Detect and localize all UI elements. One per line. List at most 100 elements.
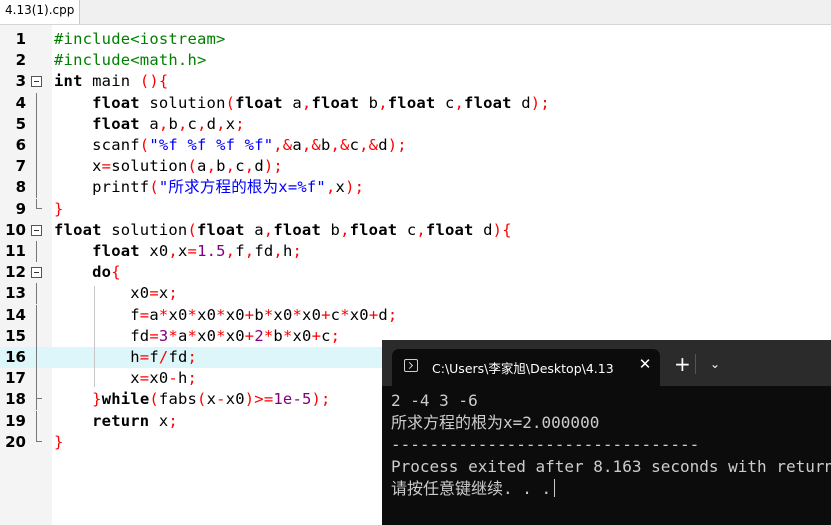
fold-line bbox=[36, 177, 37, 199]
code-token: a bbox=[292, 136, 302, 154]
code-token: c bbox=[321, 326, 331, 345]
code-line[interactable]: 2 #include<math.h> bbox=[0, 50, 831, 71]
console-tab[interactable]: C:\Users\李家旭\Desktop\4.13 ✕ bbox=[392, 349, 660, 386]
code-token: ; bbox=[168, 284, 178, 303]
code-token: , bbox=[225, 242, 236, 260]
code-token: while bbox=[101, 390, 150, 409]
code-token: ; bbox=[292, 242, 303, 260]
code-line[interactable]: 8 printf("所求方程的根为x=%f",x); bbox=[0, 177, 831, 199]
code-token: b bbox=[273, 326, 283, 345]
code-line[interactable]: 5 float a,b,c,d,x; bbox=[0, 113, 831, 135]
fold-toggle-icon[interactable] bbox=[31, 76, 42, 88]
code-token: x bbox=[54, 157, 102, 176]
code-text: } bbox=[54, 432, 64, 453]
code-token: = bbox=[139, 305, 150, 324]
fold-line bbox=[36, 113, 37, 135]
line-number: 8 bbox=[15, 178, 26, 197]
code-text: scanf("%f %f %f %f",&a,&b,&c,&d); bbox=[54, 135, 407, 156]
code-token: * bbox=[158, 305, 169, 324]
code-text: } bbox=[54, 199, 64, 220]
code-token: d bbox=[378, 136, 388, 154]
code-line[interactable]: 7 x=solution(a,b,c,d); bbox=[0, 156, 831, 178]
line-number: 3 bbox=[15, 72, 26, 91]
code-token: d bbox=[254, 157, 264, 176]
console-window[interactable]: C:\Users\李家旭\Desktop\4.13 ✕ + ⌄ 2 -4 3 -… bbox=[382, 340, 831, 525]
indent-guide bbox=[94, 286, 95, 387]
code-token: * bbox=[187, 305, 198, 324]
code-token: b bbox=[320, 220, 341, 239]
code-token: = bbox=[139, 369, 150, 388]
text-cursor bbox=[554, 479, 556, 497]
code-token: a bbox=[282, 93, 302, 112]
code-token: a bbox=[177, 326, 188, 345]
code-token: ; bbox=[187, 348, 198, 366]
fold-toggle-icon[interactable] bbox=[31, 224, 42, 236]
code-line[interactable]: 14 f=a*x0*x0*x0+b*x0*x0+c*x0+d; bbox=[0, 304, 831, 326]
code-token: 1e-5 bbox=[273, 390, 312, 409]
code-token: ,& bbox=[359, 136, 379, 154]
code-token: x0 bbox=[292, 326, 312, 345]
code-token: x bbox=[335, 178, 346, 197]
fold-line bbox=[36, 135, 37, 156]
code-line[interactable]: 13 x0=x; bbox=[0, 283, 831, 305]
code-token: = bbox=[149, 326, 159, 345]
code-token: int bbox=[54, 72, 83, 91]
code-text: h=f/fd; bbox=[54, 347, 197, 368]
fold-toggle-icon[interactable] bbox=[31, 267, 42, 279]
console-output: 2 -4 3 -6 所求方程的根为x=2.000000 ------------… bbox=[382, 386, 831, 525]
code-token: } bbox=[54, 199, 64, 218]
console-line-separator: -------------------------------- bbox=[391, 435, 700, 454]
line-number: 6 bbox=[15, 136, 26, 154]
code-token: x0 bbox=[149, 369, 169, 388]
code-token: d bbox=[378, 305, 388, 324]
code-line[interactable]: 9} bbox=[0, 198, 831, 220]
code-token: , bbox=[340, 220, 350, 239]
code-token: float bbox=[464, 93, 512, 112]
line-number: 13 bbox=[5, 284, 26, 303]
fold-line bbox=[36, 368, 37, 390]
code-token: , bbox=[197, 114, 207, 133]
code-token: x bbox=[149, 411, 169, 430]
code-line[interactable]: 1 #include<iostream> bbox=[0, 29, 831, 50]
code-token: * bbox=[187, 326, 198, 345]
file-tab[interactable]: 4.13(1).cpp bbox=[0, 0, 80, 24]
code-token: x0 bbox=[197, 305, 217, 324]
code-token: ); bbox=[387, 136, 407, 154]
code-token: x bbox=[177, 242, 188, 260]
code-line[interactable]: 3 int main (){ bbox=[0, 71, 831, 92]
fold-line bbox=[36, 325, 37, 347]
code-line[interactable]: 12 do{ bbox=[0, 262, 831, 283]
code-token: solution bbox=[139, 93, 226, 112]
code-token: b bbox=[254, 305, 264, 324]
code-token: - bbox=[216, 390, 226, 409]
dropdown-chevron-icon[interactable]: ⌄ bbox=[710, 356, 720, 372]
code-token: x0 bbox=[349, 305, 369, 324]
code-line[interactable]: 6 scanf("%f %f %f %f",&a,&b,&c,&d); bbox=[0, 135, 831, 156]
code-token: float bbox=[92, 93, 140, 112]
code-token: do bbox=[92, 263, 112, 282]
code-token: * bbox=[263, 326, 274, 345]
line-number: 16 bbox=[5, 348, 26, 366]
code-token: , bbox=[206, 157, 217, 176]
close-tab-icon[interactable]: ✕ bbox=[636, 355, 654, 373]
code-text: float x0,x=1.5,f,fd,h; bbox=[54, 241, 302, 262]
code-token: ,& bbox=[301, 136, 321, 154]
code-token: = bbox=[187, 242, 198, 260]
code-token: c bbox=[235, 157, 245, 176]
code-token: , bbox=[225, 157, 236, 176]
line-number: 4 bbox=[15, 93, 26, 112]
console-title-bar: C:\Users\李家旭\Desktop\4.13 ✕ + ⌄ bbox=[382, 340, 831, 386]
code-line[interactable]: 4 float solution(float a,float b,float c… bbox=[0, 92, 831, 114]
code-token: ; bbox=[187, 369, 198, 388]
new-tab-icon[interactable]: + bbox=[674, 354, 691, 374]
code-token: x0 bbox=[197, 326, 217, 345]
code-token: a bbox=[244, 220, 264, 239]
code-line[interactable]: 11 float x0,x=1.5,f,fd,h; bbox=[0, 241, 831, 262]
press-key-text: 请按任意键继续. . . bbox=[391, 479, 552, 498]
line-number: 9 bbox=[15, 199, 26, 218]
editor-tab-bar: 4.13(1).cpp bbox=[0, 0, 831, 25]
fold-end-marker bbox=[36, 431, 42, 442]
code-token: f bbox=[149, 348, 159, 366]
code-line[interactable]: 10 float solution(float a,float b,float c… bbox=[0, 220, 831, 241]
